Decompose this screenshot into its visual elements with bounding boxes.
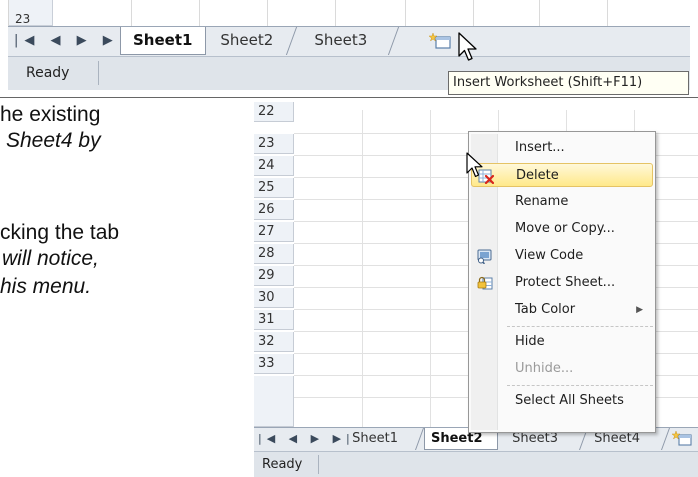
menu-item-label: Tab Color [515, 302, 576, 317]
row-header[interactable]: 27 [254, 222, 294, 242]
menu-item-unhide: Unhide... [471, 357, 653, 381]
screenshot-divider [0, 97, 698, 98]
mouse-cursor-icon [466, 152, 483, 178]
menu-item-label: Rename [515, 194, 569, 209]
row-header[interactable]: 31 [254, 310, 294, 330]
menu-item-label: Select All Sheets [515, 393, 624, 408]
column-gridline [362, 110, 363, 427]
row-header[interactable]: 28 [254, 244, 294, 264]
column-gridline [199, 0, 200, 26]
menu-separator [507, 385, 653, 386]
row-header[interactable]: 33 [254, 354, 294, 374]
sheet-navigation-buttons[interactable]: |◀ ◀ ▶ ▶| [258, 432, 355, 445]
column-gridline [405, 0, 406, 26]
menu-separator [507, 326, 653, 327]
insert-worksheet-icon[interactable] [428, 31, 454, 51]
mouse-cursor-icon [458, 32, 477, 61]
status-divider [318, 455, 319, 474]
sheet-tab-strip: |◀ ◀ ▶ ▶| Sheet1 Sheet2 Sheet3 [8, 26, 690, 56]
worksheet-grid: 23 [8, 0, 691, 26]
row-header[interactable]: 32 [254, 332, 294, 352]
menu-item-delete[interactable]: Delete [471, 163, 653, 187]
column-gridline [267, 0, 268, 26]
tab-label: Sheet2 [220, 31, 274, 49]
status-bar: Ready [254, 451, 698, 477]
column-gridline [335, 0, 336, 26]
menu-item-select-all-sheets[interactable]: Select All Sheets [471, 389, 653, 413]
status-text: Ready [26, 65, 70, 81]
sheet-navigation-buttons[interactable]: |◀ ◀ ▶ ▶| [14, 33, 129, 48]
column-gridline [131, 0, 132, 26]
insert-worksheet-tooltip: Insert Worksheet (Shift+F11) [448, 71, 689, 95]
tab-sheet1[interactable]: Sheet1 [341, 428, 425, 450]
menu-item-tab-color[interactable]: Tab Color ▶ [471, 298, 653, 322]
view-code-icon [477, 249, 492, 264]
top-screenshot: 23 |◀ ◀ ▶ ▶| Sheet1 Sheet2 Sheet3 Ready … [0, 0, 698, 98]
column-gridline [539, 0, 540, 26]
row-header[interactable]: 25 [254, 178, 294, 198]
menu-item-view-code[interactable]: View Code [471, 244, 653, 268]
body-text-line: he existing [0, 103, 101, 126]
status-divider [98, 61, 99, 85]
row-header-filler [254, 376, 294, 427]
menu-item-label: Insert... [515, 140, 565, 155]
body-text-line: will notice, [2, 247, 99, 270]
column-gridline [607, 0, 608, 26]
row-header[interactable]: 26 [254, 200, 294, 220]
tab-label: Sheet2 [431, 431, 483, 446]
menu-item-insert[interactable]: Insert... [471, 136, 653, 160]
body-text-line: cking the tab [0, 221, 120, 244]
menu-item-label: View Code [515, 248, 584, 263]
row-header[interactable]: 30 [254, 288, 294, 308]
menu-item-move-or-copy[interactable]: Move or Copy... [471, 217, 653, 241]
column-gridline [430, 110, 431, 427]
menu-item-label: Move or Copy... [515, 221, 615, 236]
tab-label: Sheet3 [314, 31, 368, 49]
row-header[interactable]: 23 [254, 134, 294, 154]
row-number: 23 [15, 12, 31, 26]
sheet-tab-context-menu: Insert... Delete Rename Move or Copy... [468, 131, 656, 433]
menu-item-label: Unhide... [515, 361, 574, 376]
column-gridline [473, 0, 474, 26]
body-text-line: Sheet4 by [6, 129, 101, 152]
tab-sheet3[interactable]: Sheet3 [296, 27, 400, 55]
tab-label: Sheet1 [133, 31, 193, 49]
row-header[interactable]: 23 [9, 0, 53, 26]
submenu-arrow-icon: ▶ [636, 305, 643, 315]
tab-sheet2[interactable]: Sheet2 [202, 27, 298, 55]
row-header[interactable]: 24 [254, 156, 294, 176]
row-header[interactable]: 22 [254, 102, 294, 122]
menu-item-label: Delete [516, 168, 559, 183]
tab-sheet1[interactable]: Sheet1 [120, 27, 206, 55]
tab-label: Sheet1 [352, 431, 399, 446]
menu-item-protect-sheet[interactable]: Protect Sheet... [471, 271, 653, 295]
row-header[interactable]: 29 [254, 266, 294, 286]
insert-worksheet-icon[interactable] [672, 430, 694, 448]
menu-item-rename[interactable]: Rename [471, 190, 653, 214]
menu-item-label: Hide [515, 334, 545, 349]
menu-item-hide[interactable]: Hide [471, 330, 653, 354]
protect-sheet-icon [477, 276, 493, 290]
status-text: Ready [262, 457, 303, 472]
menu-item-label: Protect Sheet... [515, 275, 616, 290]
body-text-line: his menu. [0, 275, 92, 298]
